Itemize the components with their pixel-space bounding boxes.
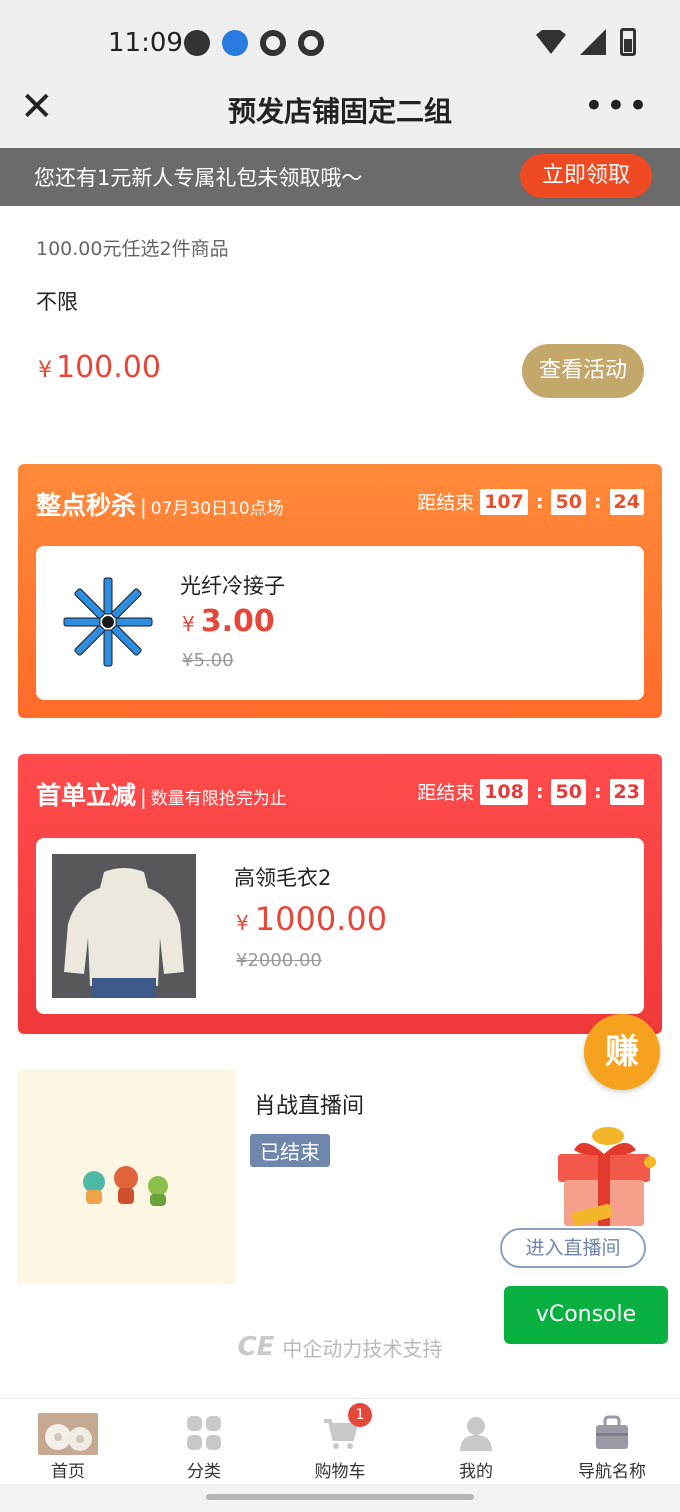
- wifi-icon: [536, 30, 566, 54]
- tab-mine[interactable]: 我的: [408, 1399, 544, 1484]
- separator: |: [140, 495, 147, 519]
- user-icon: [460, 1417, 492, 1451]
- currency-symbol: ¥: [182, 612, 195, 636]
- seckill-product-card[interactable]: 光纤冷接子 ¥3.00 ¥5.00: [36, 546, 644, 700]
- first-order-product-card[interactable]: 高领毛衣2 ¥1000.00 ¥2000.00: [36, 838, 644, 1014]
- original-price: ¥2000.00: [236, 950, 322, 971]
- home-indicator[interactable]: [206, 1494, 474, 1500]
- countdown-label: 距结束: [417, 782, 475, 804]
- countdown-seconds: 23: [609, 778, 644, 805]
- sweater-image: [52, 854, 196, 998]
- tab-label: 导航名称: [578, 1462, 646, 1482]
- activity-price: ¥100.00: [38, 350, 161, 385]
- product-price: ¥3.00: [182, 604, 275, 639]
- activity-limit: 不限: [36, 290, 78, 314]
- countdown-colon: :: [535, 490, 544, 513]
- live-status-badge: 已结束: [250, 1134, 330, 1167]
- product-price-value: 3.00: [200, 604, 275, 639]
- first-order-countdown: 距结束 108 : 50 : 23: [417, 778, 644, 805]
- product-price-value: 1000.00: [254, 900, 388, 938]
- battery-icon: [620, 28, 636, 56]
- product-name: 光纤冷接子: [180, 574, 285, 598]
- gesture-bar: [0, 1484, 680, 1512]
- tab-home[interactable]: 首页: [0, 1399, 136, 1484]
- seckill-section: 整点秒杀 | 07月30日10点场 距结束 107 : 50 : 24 光纤冷接…: [18, 464, 662, 718]
- countdown-minutes: 50: [551, 778, 586, 805]
- seckill-countdown: 距结束 107 : 50 : 24: [417, 488, 644, 515]
- browser-notification-icon: [222, 30, 248, 56]
- tab-label: 我的: [459, 1462, 493, 1482]
- title-bar: ✕ 预发店铺固定二组 •••: [0, 86, 680, 148]
- fiber-connector-image: [63, 577, 153, 667]
- countdown-colon: :: [593, 490, 602, 513]
- enter-live-room-button[interactable]: 进入直播间: [500, 1228, 646, 1268]
- home-image-icon: [38, 1413, 98, 1455]
- ce-logo: CE: [237, 1332, 275, 1362]
- tech-support-footer: CE 中企动力技术支持: [0, 1332, 680, 1362]
- live-cover-illustration: [83, 1166, 168, 1206]
- countdown-colon: :: [535, 780, 544, 803]
- notification-icon: [184, 30, 210, 56]
- system-icons: [536, 28, 636, 56]
- claim-now-button[interactable]: 立即领取: [520, 154, 652, 198]
- live-cover-image: [18, 1070, 236, 1284]
- tab-label: 首页: [51, 1462, 85, 1482]
- seckill-header: 整点秒杀 | 07月30日10点场: [36, 486, 284, 522]
- newcomer-gift-text: 您还有1元新人专属礼包未领取哦～: [34, 166, 363, 190]
- tab-nav[interactable]: 导航名称: [544, 1399, 680, 1484]
- earn-floating-button[interactable]: 赚: [584, 1014, 660, 1090]
- first-order-section: 首单立减 | 数量有限抢完为止 距结束 108 : 50 : 23 高领毛衣2 …: [18, 754, 662, 1034]
- currency-symbol: ¥: [236, 911, 249, 935]
- category-grid-icon: [187, 1416, 221, 1450]
- tab-category[interactable]: 分类: [136, 1399, 272, 1484]
- first-order-title: 首单立减: [36, 781, 137, 810]
- seckill-title: 整点秒杀: [36, 491, 137, 520]
- tab-cart[interactable]: 1 购物车: [272, 1399, 408, 1484]
- activity-price-value: 100.00: [56, 350, 161, 385]
- more-icon[interactable]: •••: [584, 86, 650, 126]
- tab-label: 购物车: [314, 1462, 366, 1482]
- first-order-subtitle: 数量有限抢完为止: [150, 789, 287, 809]
- qq-notification-icon: [260, 30, 286, 56]
- countdown-colon: :: [593, 780, 602, 803]
- tab-label: 分类: [187, 1462, 221, 1482]
- countdown-hours: 108: [480, 778, 528, 805]
- seckill-subtitle: 07月30日10点场: [150, 499, 284, 519]
- currency-symbol: ¥: [38, 358, 52, 383]
- countdown-minutes: 50: [551, 488, 586, 515]
- countdown-label: 距结束: [417, 492, 475, 514]
- bag-icon: [596, 1415, 628, 1449]
- page-title: 预发店铺固定二组: [227, 95, 452, 128]
- status-bar: 11:09: [0, 0, 680, 86]
- bottom-tab-bar: 首页 分类 1 购物车 我的 导航名称: [0, 1398, 680, 1484]
- tech-support-text: 中企动力技术支持: [282, 1336, 443, 1361]
- status-time: 11:09: [108, 28, 183, 58]
- view-activity-button[interactable]: 查看活动: [522, 344, 644, 398]
- newcomer-gift-banner: 您还有1元新人专属礼包未领取哦～ 立即领取: [0, 148, 680, 206]
- signal-icon: [580, 29, 606, 55]
- gift-box-icon[interactable]: [552, 1116, 662, 1234]
- countdown-hours: 107: [480, 488, 528, 515]
- page-content: 100.00元任选2件商品 不限 ¥100.00 查看活动 整点秒杀 | 07月…: [0, 206, 680, 1398]
- qq-notification-icon-2: [298, 30, 324, 56]
- first-order-header: 首单立减 | 数量有限抢完为止: [36, 776, 287, 812]
- product-price: ¥1000.00: [236, 900, 387, 938]
- countdown-seconds: 24: [609, 488, 644, 515]
- original-price: ¥5.00: [182, 650, 234, 671]
- live-room-name: 肖战直播间: [254, 1094, 365, 1119]
- notification-icons: [184, 30, 324, 56]
- cart-count-badge: 1: [348, 1403, 372, 1427]
- activity-description: 100.00元任选2件商品: [36, 238, 229, 260]
- product-name: 高领毛衣2: [234, 866, 332, 890]
- separator: |: [140, 785, 147, 809]
- activity-card: 100.00元任选2件商品 不限 ¥100.00 查看活动: [0, 206, 680, 426]
